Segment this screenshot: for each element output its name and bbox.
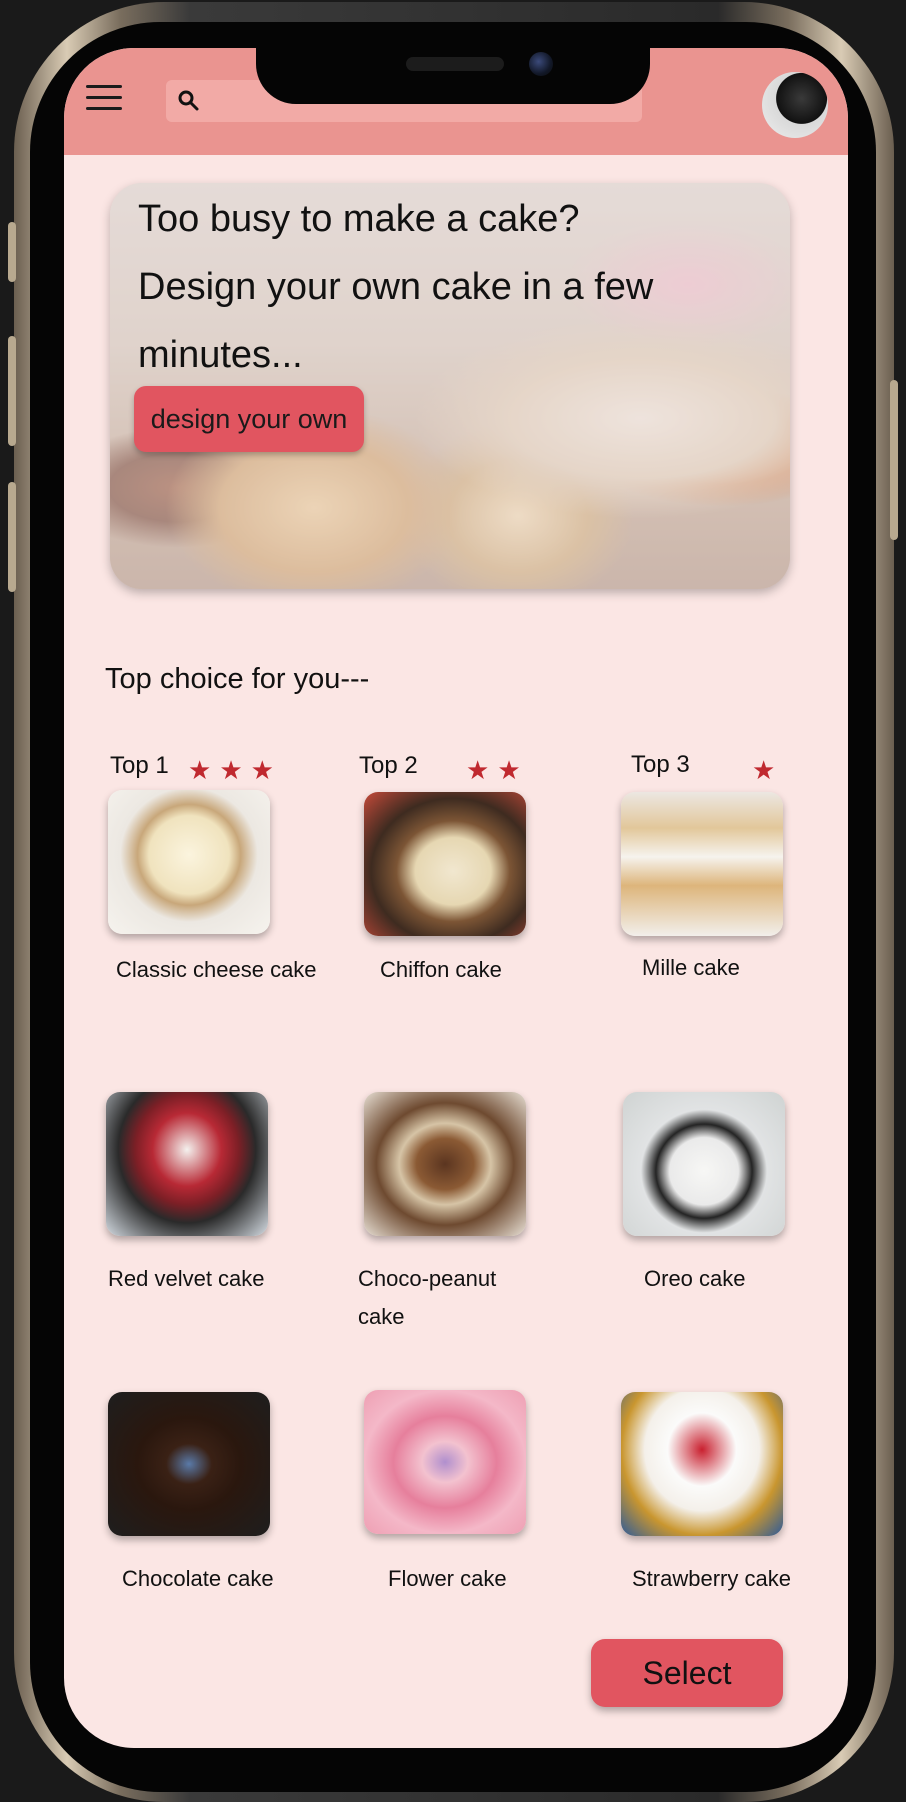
cake-image-chiffon[interactable] (364, 792, 526, 936)
app-screen: Too busy to make a cake? Design your own… (64, 48, 848, 1748)
section-title: Top choice for you--- (105, 663, 370, 695)
cake-name-red-velvet[interactable]: Red velvet cake (108, 1260, 265, 1298)
side-button-power (890, 380, 898, 540)
cake-image-strawberry[interactable] (621, 1392, 783, 1536)
star-rating-2: ★★ (466, 756, 529, 786)
cake-image-oreo[interactable] (623, 1092, 785, 1236)
star-icon: ★ (219, 756, 251, 786)
side-button-mute (8, 222, 16, 282)
cake-name-classic-cheese[interactable]: Classic cheese cake (116, 951, 317, 989)
cake-name-chiffon[interactable]: Chiffon cake (380, 951, 502, 989)
rank-label-1: Top 1 (110, 752, 169, 779)
side-button-volume-down (8, 482, 16, 592)
cake-image-mille[interactable] (621, 792, 783, 936)
cake-image-chocolate[interactable] (108, 1392, 270, 1536)
side-button-volume-up (8, 336, 16, 446)
hamburger-menu-icon[interactable] (86, 85, 122, 111)
star-icon: ★ (188, 756, 220, 786)
cake-image-choco-peanut[interactable] (364, 1092, 526, 1236)
cake-image-flower[interactable] (364, 1390, 526, 1534)
cake-name-flower[interactable]: Flower cake (388, 1560, 507, 1598)
design-your-own-button[interactable]: design your own (134, 386, 364, 452)
front-camera (529, 52, 553, 76)
star-rating-1: ★★★ (188, 756, 282, 786)
cake-image-classic-cheese[interactable] (108, 790, 270, 934)
star-icon: ★ (497, 756, 529, 786)
banner-headline: Too busy to make a cake? Design your own… (138, 185, 758, 389)
star-icon: ★ (466, 756, 498, 786)
cake-name-strawberry[interactable]: Strawberry cake (632, 1560, 791, 1598)
cake-name-mille[interactable]: Mille cake (642, 949, 740, 987)
cake-image-red-velvet[interactable] (106, 1092, 268, 1236)
rank-label-2: Top 2 (359, 752, 418, 779)
rank-label-3: Top 3 (631, 751, 690, 778)
select-button[interactable]: Select (591, 1639, 783, 1707)
cake-name-chocolate[interactable]: Chocolate cake (122, 1560, 274, 1598)
banner-headline-line3: minutes... (138, 334, 303, 376)
banner-headline-line2: Design your own cake in a few (138, 266, 654, 308)
hero-banner: Too busy to make a cake? Design your own… (110, 183, 790, 589)
star-icon: ★ (250, 756, 282, 786)
star-icon: ★ (752, 756, 784, 786)
cake-name-choco-peanut[interactable]: Choco-peanut cake (358, 1260, 518, 1336)
cake-name-oreo[interactable]: Oreo cake (644, 1260, 746, 1298)
star-rating-3: ★ (752, 756, 783, 786)
search-icon (178, 90, 199, 111)
banner-headline-line1: Too busy to make a cake? (138, 198, 580, 240)
speaker-grille (406, 57, 504, 71)
user-avatar[interactable] (762, 72, 828, 138)
phone-notch (256, 48, 650, 104)
